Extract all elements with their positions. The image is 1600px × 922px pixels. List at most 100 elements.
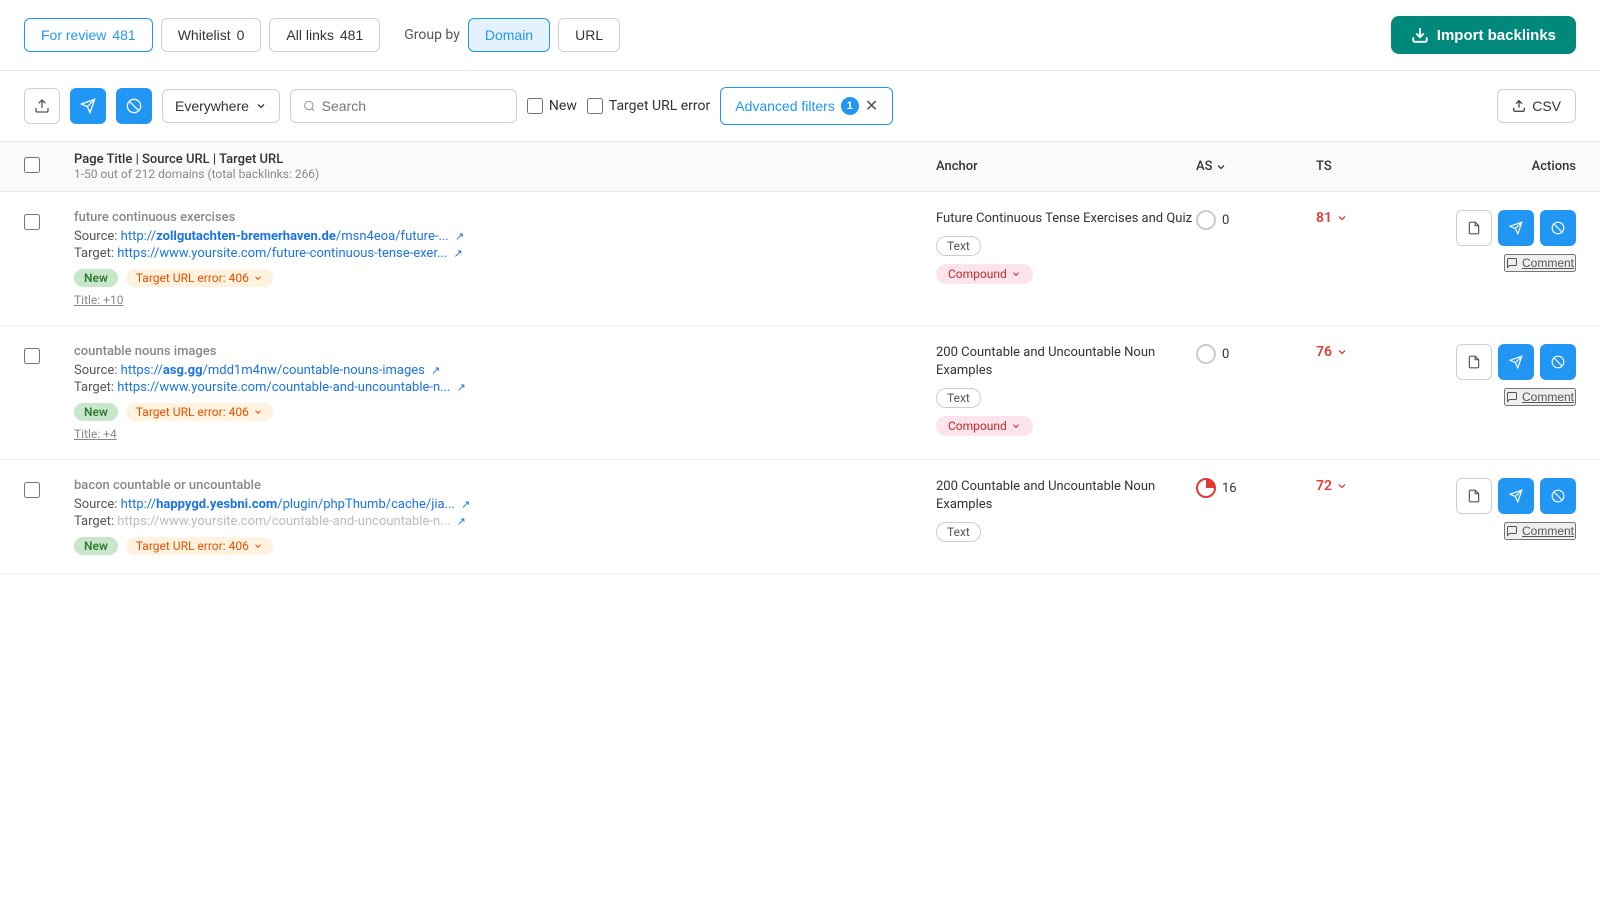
download-icon: [1411, 26, 1429, 44]
as-value: 16: [1222, 481, 1237, 496]
target-url-link[interactable]: https://www.yoursite.com/countable-and-u…: [117, 514, 450, 529]
as-cell: 16: [1196, 478, 1316, 498]
anchor-type-tag: Text: [936, 522, 981, 542]
target-ext-icon[interactable]: ↗: [457, 381, 466, 394]
send-button[interactable]: [1498, 344, 1534, 380]
anchor-text: 200 Countable and Uncountable Noun Examp…: [936, 344, 1196, 380]
ban-button[interactable]: [1540, 210, 1576, 246]
header-checkbox-cell: [24, 157, 74, 177]
row-page-info: bacon countable or uncountable Source: h…: [74, 478, 936, 555]
send-icon-button[interactable]: [70, 88, 106, 124]
advanced-filters-close[interactable]: ✕: [865, 96, 878, 116]
source-ext-icon[interactable]: ↗: [455, 230, 464, 243]
header-page-title-col: Page Title | Source URL | Target URL 1-5…: [74, 152, 936, 181]
tab-whitelist-count: 0: [237, 27, 245, 43]
ban-button[interactable]: [1540, 344, 1576, 380]
ts-value: 81: [1316, 210, 1332, 226]
ban-icon: [126, 98, 142, 114]
tab-all-links-count: 481: [340, 27, 363, 43]
comment-button[interactable]: Comment: [1504, 522, 1576, 540]
report-button[interactable]: [1456, 478, 1492, 514]
report-button[interactable]: [1456, 210, 1492, 246]
anchor-cell: 200 Countable and Uncountable Noun Examp…: [936, 478, 1196, 546]
target-url-error-checkbox[interactable]: [587, 98, 603, 114]
target-url-link[interactable]: https://www.yoursite.com/countable-and-u…: [117, 380, 450, 395]
source-url-link[interactable]: http://zollgutachten-bremerhaven.de/msn4…: [121, 229, 449, 244]
send-icon: [1509, 221, 1523, 235]
sort-icon: [1215, 161, 1227, 173]
tags-row: New Target URL error: 406: [74, 403, 936, 421]
row-checkbox[interactable]: [24, 348, 40, 364]
new-checkbox[interactable]: [527, 98, 543, 114]
title-plus: Title: +4: [74, 427, 936, 441]
actions-cell: Comment: [1416, 344, 1576, 406]
everywhere-label: Everywhere: [175, 98, 249, 114]
header-actions: Actions: [1416, 159, 1576, 174]
chevron-down-icon: [1336, 480, 1348, 492]
source-url-link[interactable]: https://asg.gg/mdd1m4nw/countable-nouns-…: [121, 363, 425, 378]
csv-upload-icon: [1512, 99, 1526, 113]
new-checkbox-label[interactable]: New: [527, 98, 577, 114]
chevron-down-icon: [253, 273, 263, 283]
select-all-checkbox[interactable]: [24, 157, 40, 173]
ban-icon-button[interactable]: [116, 88, 152, 124]
ts-cell: 72: [1316, 478, 1416, 494]
header-as[interactable]: AS: [1196, 159, 1316, 174]
target-url-error-label: Target URL error: [609, 98, 710, 114]
as-radio: [1196, 210, 1216, 230]
source-ext-icon[interactable]: ↗: [431, 364, 440, 377]
row-checkbox-cell: [24, 210, 74, 230]
row-checkbox[interactable]: [24, 214, 40, 230]
file-icon: [1467, 221, 1481, 235]
tag-new: New: [74, 269, 118, 287]
source-ext-icon[interactable]: ↗: [461, 498, 470, 511]
advanced-filters-button[interactable]: Advanced filters 1 ✕: [720, 87, 893, 125]
export-icon-button[interactable]: [24, 88, 60, 124]
send-button[interactable]: [1498, 478, 1534, 514]
anchor-compound-tag[interactable]: Compound: [936, 264, 1033, 284]
target-url-link[interactable]: https://www.yoursite.com/future-continuo…: [117, 246, 447, 261]
search-input[interactable]: [322, 98, 504, 114]
target-ext-icon[interactable]: ↗: [457, 515, 466, 528]
tab-whitelist-label: Whitelist: [178, 27, 231, 43]
header-title: Page Title | Source URL | Target URL: [74, 152, 936, 167]
tags-row: New Target URL error: 406: [74, 537, 936, 555]
ts-value: 72: [1316, 478, 1332, 494]
target-url-error-checkbox-label[interactable]: Target URL error: [587, 98, 710, 114]
header-ts: TS: [1316, 159, 1416, 174]
everywhere-dropdown[interactable]: Everywhere: [162, 89, 280, 123]
send-button[interactable]: [1498, 210, 1534, 246]
source-url-link[interactable]: http://happygd.yesbni.com/plugin/phpThum…: [121, 497, 455, 512]
report-button[interactable]: [1456, 344, 1492, 380]
ts-cell: 76: [1316, 344, 1416, 360]
action-icons: [1456, 478, 1576, 514]
tab-for-review[interactable]: For review 481: [24, 18, 153, 52]
tab-all-links[interactable]: All links 481: [269, 18, 380, 52]
import-backlinks-button[interactable]: Import backlinks: [1391, 16, 1576, 54]
anchor-cell: Future Continuous Tense Exercises and Qu…: [936, 210, 1196, 284]
source-line: Source: https://asg.gg/mdd1m4nw/countabl…: [74, 363, 936, 378]
ban-button[interactable]: [1540, 478, 1576, 514]
search-icon: [303, 99, 316, 113]
comment-button[interactable]: Comment: [1504, 388, 1576, 406]
tab-whitelist[interactable]: Whitelist 0: [161, 18, 262, 52]
filter-bar: Everywhere New Target URL error Advanced…: [0, 71, 1600, 142]
ts-cell: 81: [1316, 210, 1416, 226]
row-checkbox[interactable]: [24, 482, 40, 498]
tag-error[interactable]: Target URL error: 406: [126, 537, 273, 555]
ban-icon: [1551, 355, 1565, 369]
anchor-compound-tag[interactable]: Compound: [936, 416, 1033, 436]
tab-all-links-label: All links: [286, 27, 333, 43]
comment-button[interactable]: Comment: [1504, 254, 1576, 272]
ban-icon: [1551, 489, 1565, 503]
action-icons: [1456, 344, 1576, 380]
csv-button[interactable]: CSV: [1497, 89, 1576, 123]
action-icons: [1456, 210, 1576, 246]
tag-error[interactable]: Target URL error: 406: [126, 269, 273, 287]
group-by-url[interactable]: URL: [558, 18, 620, 52]
target-ext-icon[interactable]: ↗: [453, 247, 462, 260]
file-icon: [1467, 355, 1481, 369]
tag-error[interactable]: Target URL error: 406: [126, 403, 273, 421]
group-by-domain[interactable]: Domain: [468, 18, 550, 52]
comment-icon: [1506, 525, 1518, 537]
